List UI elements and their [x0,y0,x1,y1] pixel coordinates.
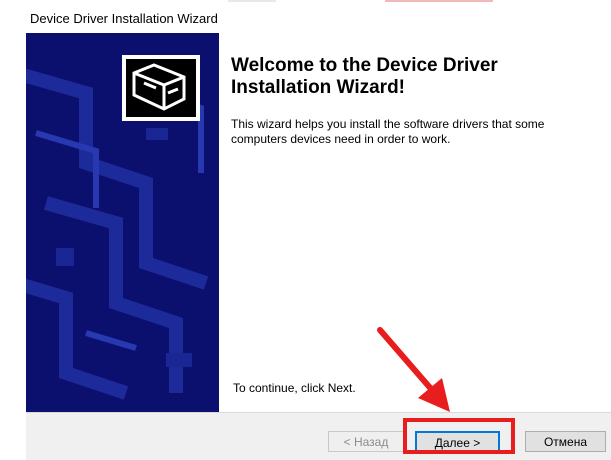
window-title: Device Driver Installation Wizard [30,11,218,26]
background-segment-red [385,0,493,2]
wizard-sidebar-graphic [26,33,219,412]
wizard-heading: Welcome to the Device Driver Installatio… [231,55,498,98]
wizard-description: This wizard helps you install the softwa… [231,117,545,146]
continue-instruction: To continue, click Next. [233,381,356,395]
wizard-window: Device Driver Installation Wizard Welcom… [26,3,611,460]
button-bar: < Назад Далее > Отмена [26,412,611,460]
back-button[interactable]: < Назад [328,431,404,452]
cancel-button[interactable]: Отмена [525,431,606,452]
title-bar[interactable]: Device Driver Installation Wizard [26,3,611,33]
red-arrow-annotation [377,327,450,412]
next-button-highlight [403,418,515,454]
background-segment [228,0,276,2]
wizard-content: Welcome to the Device Driver Installatio… [231,55,601,147]
